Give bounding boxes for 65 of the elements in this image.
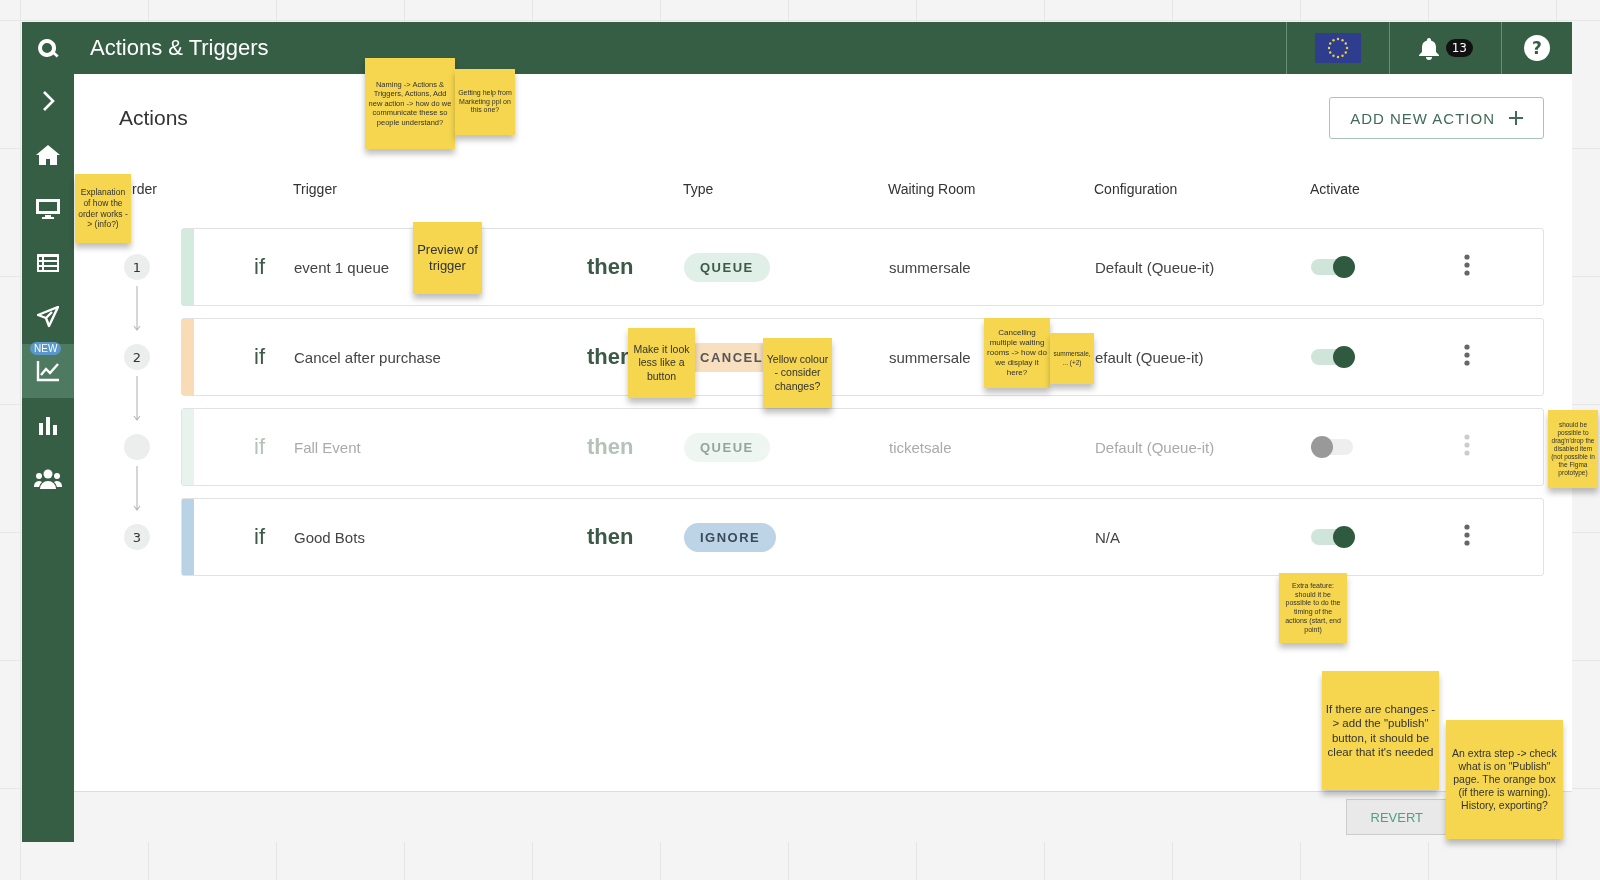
type-tag: QUEUE (684, 432, 770, 462)
column-header: Configuration (1094, 181, 1179, 197)
column-header: Type (683, 181, 715, 197)
action-card[interactable]: if Good Bots then IGNORE N/A (181, 498, 1544, 576)
connector-arrow (133, 466, 141, 512)
column-header: Trigger (293, 181, 338, 197)
sticky-note: Make it look less like a button (628, 328, 695, 398)
new-badge: NEW (30, 342, 62, 355)
column-header: Activate (1310, 181, 1361, 197)
trigger-name: Good Bots (294, 528, 365, 546)
then-keyword: ther (587, 344, 629, 370)
help-button[interactable]: ? (1524, 35, 1550, 61)
trigger-name: Cancel after purchase (294, 348, 441, 366)
order-number: 2 (124, 344, 150, 370)
then-keyword: then (587, 524, 634, 550)
paper-plane-icon (37, 306, 59, 328)
notification-count: 13 (1445, 39, 1473, 57)
page-heading: Actions (119, 106, 188, 130)
home-icon (35, 144, 61, 166)
sticky-note: Yellow colour - consider changes? (763, 338, 832, 408)
plus-icon (1509, 111, 1523, 125)
configuration: N/A (1095, 528, 1120, 546)
sticky-note: Explanation of how the order works -> (info?) (75, 174, 131, 243)
connector-arrow (133, 376, 141, 422)
bar-chart-icon (37, 415, 59, 435)
sticky-note: Cancelling multiple waiting rooms -> how do we display it here? (984, 318, 1050, 388)
if-keyword: if (254, 344, 265, 370)
configuration: efault (Queue-it) (1095, 348, 1204, 366)
sticky-note: An extra step -> check what is on "Publish" page. The orange box (if there is warning). History, exporting? (1446, 720, 1563, 839)
flag-icon[interactable] (1314, 33, 1361, 63)
waiting-room: summersale (889, 258, 971, 276)
activate-toggle[interactable] (1311, 256, 1355, 278)
chevron-right-icon (41, 90, 55, 112)
then-keyword: then (587, 254, 634, 280)
if-keyword: if (254, 254, 265, 280)
configuration: Default (Queue-it) (1095, 258, 1215, 276)
window-title: Actions & Triggers (90, 35, 269, 61)
connector-arrow (133, 286, 141, 332)
sticky-note: If there are changes -> add the "publish" button, it should be clear that it's needed (1322, 671, 1439, 790)
users-icon (34, 469, 62, 489)
add-action-button[interactable]: ADD NEW ACTION (1329, 97, 1544, 139)
more-options-icon[interactable] (1464, 524, 1470, 546)
trigger-name: Fall Event (294, 438, 361, 456)
waiting-room: ticketsale (889, 438, 952, 456)
if-keyword: if (254, 524, 265, 550)
line-chart-icon (36, 360, 60, 382)
type-tag: IGNORE (684, 522, 777, 552)
bell-icon[interactable] (1417, 36, 1440, 60)
activate-toggle[interactable] (1311, 526, 1355, 548)
sticky-note: Preview of trigger (413, 222, 482, 294)
activate-toggle[interactable] (1311, 346, 1355, 368)
type-tag: QUEUE (684, 252, 770, 282)
trigger-name: event 1 queue (294, 258, 390, 276)
list-icon (36, 253, 60, 273)
if-keyword: if (254, 434, 265, 460)
column-header: rder (132, 181, 157, 197)
configuration: Default (Queue-it) (1095, 438, 1215, 456)
waiting-room: summersale (889, 348, 971, 366)
order-number: 1 (124, 254, 150, 280)
more-options-icon[interactable] (1464, 254, 1470, 276)
order-number: 3 (124, 524, 150, 550)
more-options-icon[interactable] (1464, 344, 1470, 366)
column-header: Waiting Room (888, 181, 977, 197)
monitor-icon (35, 198, 61, 220)
then-keyword: then (587, 434, 634, 460)
